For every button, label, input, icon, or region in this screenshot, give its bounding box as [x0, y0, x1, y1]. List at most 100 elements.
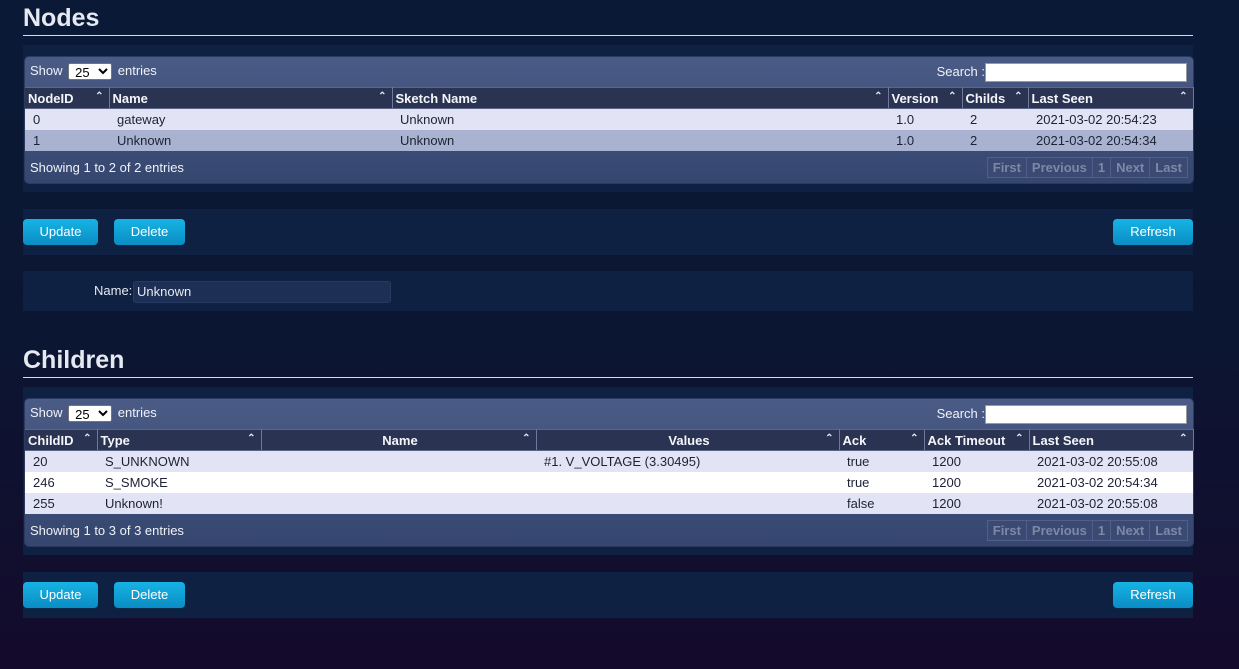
children-col-header[interactable]: Type ⌃: [97, 429, 262, 451]
nodes-delete-button[interactable]: Delete: [114, 219, 185, 245]
children-col-header[interactable]: Name ⌃: [261, 429, 537, 451]
nodes-col-header[interactable]: Last Seen ⌃: [1028, 87, 1194, 109]
table-row[interactable]: 255 Unknown! false 1200 2021-03-02 20:55:08: [25, 493, 1193, 514]
pager-1-button[interactable]: 1: [1091, 520, 1112, 541]
children-col-header[interactable]: Ack Timeout ⌃: [924, 429, 1030, 451]
nodes-col-header[interactable]: Sketch Name ⌃: [392, 87, 889, 109]
nodes-refresh-button[interactable]: Refresh: [1113, 219, 1193, 245]
table-cell: 1200: [924, 493, 1029, 514]
children-search-control: Search :: [937, 405, 1187, 424]
table-cell: 1200: [924, 472, 1029, 493]
nodes-search-control: Search :: [937, 63, 1187, 82]
sort-icon: ⌃: [378, 91, 387, 102]
nodes-button-bar: Update Delete Refresh: [23, 209, 1193, 255]
sort-icon: ⌃: [1015, 433, 1024, 444]
search-label: Search :: [936, 63, 985, 79]
table-cell: 2021-03-02 20:54:34: [1029, 472, 1193, 493]
nodes-col-header[interactable]: NodeID ⌃: [25, 87, 110, 109]
children-col-header[interactable]: Ack ⌃: [839, 429, 925, 451]
children-section: Children: [23, 346, 1193, 378]
children-delete-button[interactable]: Delete: [114, 582, 185, 608]
children-search-input[interactable]: [985, 405, 1187, 424]
table-cell: 2021-03-02 20:55:08: [1029, 450, 1193, 472]
column-label: Last Seen: [1031, 90, 1093, 106]
children-length-select[interactable]: 25: [68, 405, 113, 423]
nodes-length-select[interactable]: 25: [68, 63, 113, 81]
column-label: Type: [100, 432, 130, 448]
nodes-col-header[interactable]: Name ⌃: [109, 87, 393, 109]
pager-previous-button[interactable]: Previous: [1025, 520, 1093, 541]
sort-icon: ⌃: [948, 91, 957, 102]
nodes-pagination: First Previous 1 Next Last: [986, 157, 1188, 178]
table-cell: false: [839, 493, 924, 514]
nodes-update-button[interactable]: Update: [23, 219, 98, 245]
sort-icon: ⌃: [247, 433, 256, 444]
show-label: Show: [30, 405, 63, 420]
sort-icon: ⌃: [910, 433, 919, 444]
children-col-header[interactable]: ChildID ⌃: [25, 429, 98, 451]
table-cell: 0: [25, 108, 109, 130]
table-cell: 20: [25, 450, 97, 472]
children-length-control: Show 25 entries: [30, 405, 157, 423]
sort-icon: ⌃: [522, 433, 531, 444]
table-cell: [536, 493, 839, 514]
sort-icon: ⌃: [1179, 91, 1188, 102]
table-row[interactable]: 1 Unknown Unknown 1.0 2 2021-03-02 20:54:34: [25, 130, 1193, 151]
table-cell: 1.0: [888, 108, 962, 130]
column-label: Ack Timeout: [927, 432, 1006, 448]
children-col-header[interactable]: Values ⌃: [536, 429, 840, 451]
table-cell: 2: [962, 108, 1028, 130]
table-cell: true: [839, 472, 924, 493]
table-cell: #1. V_VOLTAGE (3.30495): [536, 450, 839, 472]
table-row[interactable]: 20 S_UNKNOWN #1. V_VOLTAGE (3.30495) true 12…: [25, 450, 1193, 472]
nodes-col-header[interactable]: Version ⌃: [888, 87, 963, 109]
node-name-bar: Name: Unknown: [23, 271, 1193, 311]
nodes-col-header[interactable]: Childs ⌃: [962, 87, 1029, 109]
column-label: Last Seen: [1032, 432, 1094, 448]
table-cell: [261, 450, 536, 472]
children-pagination: First Previous 1 Next Last: [986, 520, 1188, 541]
column-label: Ack: [842, 432, 867, 448]
table-cell: 246: [25, 472, 97, 493]
table-cell: 2: [962, 130, 1028, 151]
table-cell: Unknown!: [97, 493, 261, 514]
nodes-length-control: Show 25 entries: [30, 63, 157, 81]
pager-next-button[interactable]: Next: [1110, 520, 1151, 541]
table-cell: 1: [25, 130, 109, 151]
children-table: ChildID ⌃ Type ⌃ Name ⌃ Values ⌃ Ack ⌃ Ack Timeout…: [25, 429, 1194, 514]
pager-last-button[interactable]: Last: [1149, 157, 1188, 178]
column-label: Name: [112, 90, 148, 106]
table-cell: [261, 493, 536, 514]
pager-first-button[interactable]: First: [986, 157, 1027, 178]
table-cell: 2021-03-02 20:55:08: [1029, 493, 1193, 514]
table-cell: Unknown: [392, 130, 888, 151]
table-row[interactable]: 246 S_SMOKE true 1200 2021-03-02 20:54:34: [25, 472, 1193, 493]
nodes-search-input[interactable]: [985, 63, 1187, 82]
pager-first-button[interactable]: First: [986, 520, 1027, 541]
nodes-section: Nodes: [23, 4, 1193, 36]
pager-next-button[interactable]: Next: [1110, 157, 1151, 178]
sort-icon: ⌃: [95, 91, 104, 102]
children-update-button[interactable]: Update: [23, 582, 98, 608]
nodes-title: Nodes: [23, 4, 1193, 36]
children-col-header[interactable]: Last Seen ⌃: [1029, 429, 1194, 451]
column-label: Sketch Name: [395, 90, 478, 106]
children-refresh-button[interactable]: Refresh: [1113, 582, 1193, 608]
table-cell: 1200: [924, 450, 1029, 472]
nodes-table: NodeID ⌃ Name ⌃ Sketch Name ⌃ Version ⌃ Childs ⌃ L…: [25, 87, 1194, 151]
children-table-panel: Show 25 entries Search : ChildID ⌃ Type ⌃ Na…: [23, 387, 1194, 555]
entries-label: entries: [117, 405, 157, 420]
column-label: Name: [382, 432, 418, 448]
table-cell: [536, 472, 839, 493]
entries-label: entries: [117, 63, 157, 78]
column-label: Values: [668, 432, 710, 448]
pager-last-button[interactable]: Last: [1149, 520, 1188, 541]
node-name-input[interactable]: Unknown: [133, 281, 391, 303]
pager-previous-button[interactable]: Previous: [1025, 157, 1093, 178]
pager-1-button[interactable]: 1: [1091, 157, 1112, 178]
table-row[interactable]: 0 gateway Unknown 1.0 2 2021-03-02 20:54:23: [25, 108, 1193, 130]
table-cell: 1.0: [888, 130, 962, 151]
children-title: Children: [23, 346, 1193, 378]
table-cell: gateway: [109, 108, 392, 130]
table-cell: S_UNKNOWN: [97, 450, 261, 472]
